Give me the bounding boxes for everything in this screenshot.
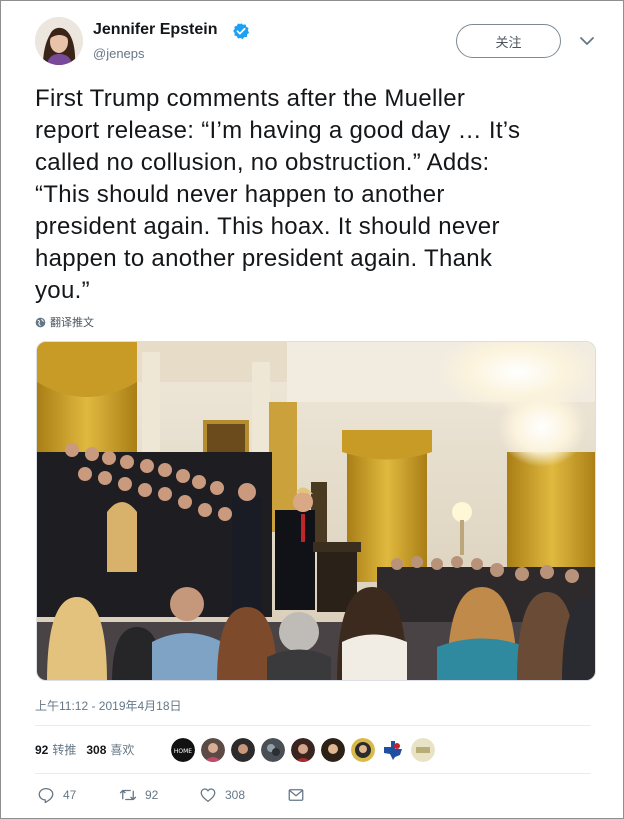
globe-icon (35, 317, 46, 327)
tweet-timestamp[interactable]: 上午11:12 - 2019年4月18日 (35, 697, 182, 714)
like-button[interactable]: 308 (199, 786, 287, 804)
divider-bottom (35, 773, 591, 774)
tweet-text: First Trump comments after the Mueller r… (35, 85, 521, 304)
direct-message-button[interactable] (287, 786, 305, 804)
svg-text:HOME: HOME (174, 748, 192, 755)
verified-badge-icon (233, 23, 250, 40)
liker-avatar[interactable]: HOME (171, 738, 195, 762)
likes-count: 308 (86, 742, 107, 757)
tweet-stats: 92 转推 308 喜欢 (35, 741, 144, 758)
liker-avatar[interactable] (381, 738, 405, 762)
translate-label: 翻译推文 (50, 317, 94, 329)
tweet-actions: 47 92 308 (37, 786, 305, 804)
retweet-count: 92 (145, 788, 159, 802)
chevron-down-icon[interactable] (579, 34, 595, 48)
reply-count: 47 (63, 788, 77, 802)
liker-avatar[interactable] (231, 738, 255, 762)
follow-button[interactable]: 关注 (456, 24, 561, 58)
liker-avatars: HOME (171, 738, 435, 762)
liker-avatar[interactable] (201, 738, 225, 762)
like-icon (200, 788, 216, 803)
reply-icon (38, 787, 54, 804)
divider-top (35, 725, 591, 726)
user-handle[interactable]: @jeneps (93, 46, 145, 61)
liker-avatar[interactable] (321, 738, 345, 762)
retweets-count: 92 (35, 742, 49, 757)
likes-stat[interactable]: 308 喜欢 (86, 741, 134, 758)
likes-stat-label: 喜欢 (110, 743, 135, 757)
avatar[interactable] (35, 17, 83, 65)
liker-avatar[interactable] (411, 738, 435, 762)
retweets-stat-label: 转推 (52, 743, 77, 757)
reply-button[interactable]: 47 (37, 786, 119, 804)
user-name[interactable]: Jennifer Epstein (93, 21, 217, 39)
east-room-photo (37, 342, 595, 680)
translate-tweet-link[interactable]: 翻译推文 (35, 314, 94, 330)
retweet-icon (119, 789, 137, 801)
message-icon (288, 789, 304, 801)
tweet-card: Jennifer Epstein @jeneps 关注 First Trump … (0, 0, 624, 819)
liker-avatar[interactable] (351, 738, 375, 762)
retweet-button[interactable]: 92 (119, 786, 199, 804)
like-count: 308 (225, 788, 246, 802)
tweet-photo[interactable] (36, 341, 596, 681)
retweets-stat[interactable]: 92 转推 (35, 741, 76, 758)
liker-avatar[interactable] (291, 738, 315, 762)
avatar-image (35, 17, 83, 65)
liker-avatar[interactable] (261, 738, 285, 762)
